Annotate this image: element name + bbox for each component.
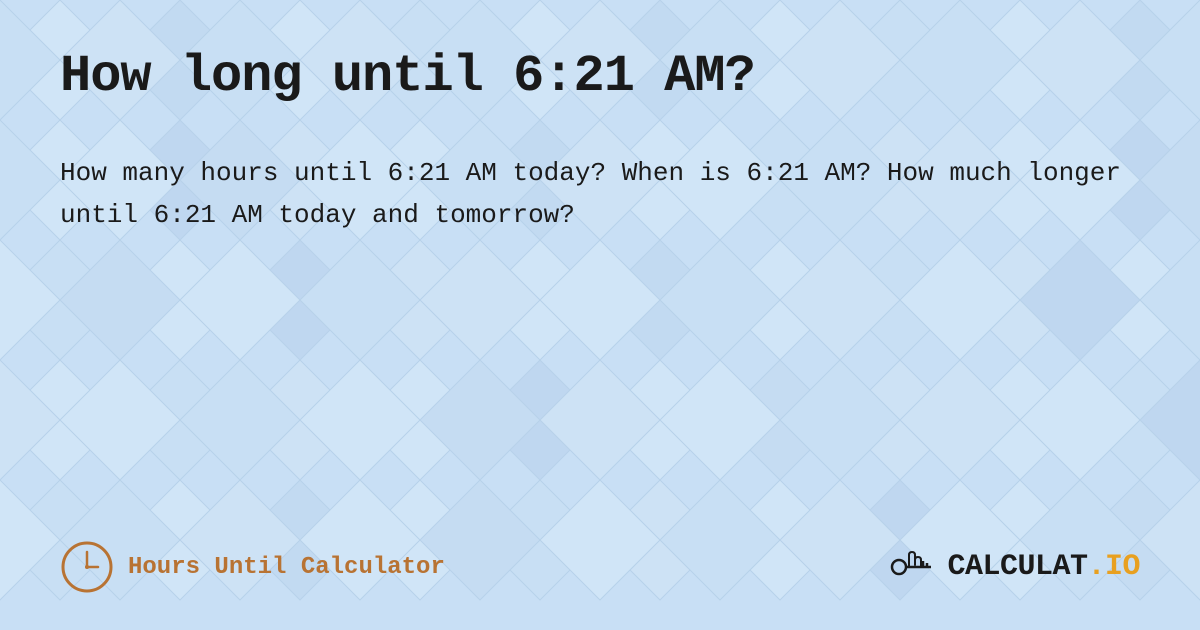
- brand-right-text: CALCULAT.IO: [947, 550, 1140, 584]
- hand-icon: [889, 545, 941, 589]
- footer: Hours Until Calculator CALCULAT.IO: [60, 540, 1140, 594]
- main-content: How long until 6:21 AM? How many hours u…: [0, 0, 1200, 630]
- brand-left: Hours Until Calculator: [60, 540, 445, 594]
- page-title: How long until 6:21 AM?: [60, 48, 1140, 105]
- page-description: How many hours until 6:21 AM today? When…: [60, 153, 1140, 236]
- brand-left-label: Hours Until Calculator: [128, 554, 445, 581]
- brand-right: CALCULAT.IO: [889, 545, 1140, 589]
- clock-icon: [60, 540, 114, 594]
